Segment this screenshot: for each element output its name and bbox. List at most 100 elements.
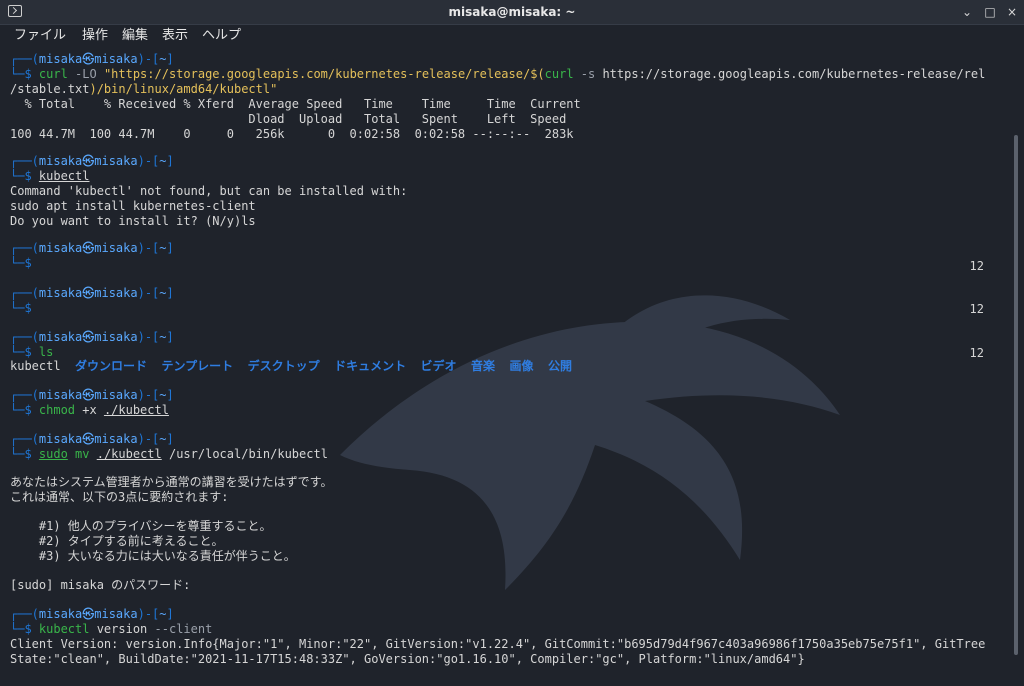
prompt-separator: )-[ <box>137 388 160 402</box>
prompt-user: misaka㉿misaka <box>38 52 138 66</box>
file-kubectl: kubectl <box>10 359 61 373</box>
prompt-separator: )-[ <box>137 607 160 621</box>
prompt-arrow: └─$ <box>10 67 39 81</box>
menu-edit[interactable]: 編集 <box>122 28 148 44</box>
prompt-dir: ~ <box>159 241 167 255</box>
prompt-user: misaka㉿misaka <box>38 286 138 300</box>
ls-output: kubectl ダウンロード テンプレート デスクトップ ドキュメント ビデオ … <box>10 359 572 374</box>
version-arg: version <box>89 622 155 636</box>
prompt-prefix: ┌──( <box>10 607 39 621</box>
kubectl-not-found: Command 'kubectl' not found, but can be … <box>10 184 408 198</box>
prompt-separator: )-[ <box>137 241 160 255</box>
curl-header-2: Dload Upload Total Spent Left Speed <box>10 112 567 126</box>
client-flag: --client <box>154 622 213 636</box>
prompt-line-7: ┌──(misaka㉿misaka)-[~] <box>10 432 174 447</box>
right-number-2: 12 <box>969 302 984 316</box>
curl-url-part: "https://storage.googleapis.com/kubernet… <box>103 67 545 81</box>
command-sudo-mv: └─$ sudo mv ./kubectl /usr/local/bin/kub… <box>10 447 328 462</box>
prompt-user: misaka㉿misaka <box>38 241 138 255</box>
prompt-prefix: ┌──( <box>10 52 39 66</box>
prompt-end: ] <box>166 607 174 621</box>
menu-help[interactable]: ヘルプ <box>202 28 241 44</box>
dir-pictures: 画像 <box>509 359 534 373</box>
mv-source-path: ./kubectl <box>96 447 162 461</box>
prompt-prefix: ┌──( <box>10 154 39 168</box>
prompt-user: misaka㉿misaka <box>38 607 138 621</box>
prompt-arrow: └─$ <box>10 447 39 461</box>
prompt-dir: ~ <box>159 388 167 402</box>
chmod-args: +x <box>75 403 104 417</box>
empty-command-1: └─$ <box>10 256 39 271</box>
prompt-end: ] <box>166 286 174 300</box>
command-ls: └─$ ls <box>10 345 53 360</box>
prompt-arrow: └─$ <box>10 403 39 417</box>
kubectl-version-command: kubectl <box>38 622 90 636</box>
prompt-line-8: ┌──(misaka㉿misaka)-[~] <box>10 607 174 622</box>
chmod-command: chmod <box>38 403 76 417</box>
prompt-end: ] <box>166 388 174 402</box>
curl-url-tail: )/bin/linux/amd64/kubectl" <box>89 82 278 96</box>
menu-file[interactable]: ファイル <box>14 28 66 44</box>
prompt-separator: )-[ <box>137 432 160 446</box>
scrollbar-thumb[interactable] <box>1014 135 1018 655</box>
restore-icon[interactable]: □ <box>982 4 998 20</box>
prompt-line-5: ┌──(misaka㉿misaka)-[~] <box>10 330 174 345</box>
mv-target-path: /usr/local/bin/kubectl <box>161 447 328 461</box>
mv-command: mv <box>67 447 97 461</box>
prompt-separator: )-[ <box>137 154 160 168</box>
prompt-dir: ~ <box>159 52 167 66</box>
sudo-command: sudo <box>38 447 68 461</box>
menu-actions[interactable]: 操作 <box>82 28 108 44</box>
minimize-icon[interactable]: ⌄ <box>959 4 975 20</box>
right-number-1: 12 <box>969 259 984 273</box>
prompt-separator: )-[ <box>137 330 160 344</box>
curl-stats: 100 44.7M 100 44.7M 0 0 256k 0 0:02:58 0… <box>10 127 574 141</box>
client-version-output-1: Client Version: version.Info{Major:"1", … <box>10 637 986 651</box>
prompt-dir: ~ <box>159 154 167 168</box>
terminal-window[interactable]: misaka@misaka: ~ ⌄ □ × ファイル 操作 編集 表示 ヘルプ… <box>0 0 1024 686</box>
dir-downloads: ダウンロード <box>75 359 148 373</box>
prompt-dir: ~ <box>159 330 167 344</box>
dir-desktop: デスクトップ <box>247 359 320 373</box>
prompt-user: misaka㉿misaka <box>38 330 138 344</box>
prompt-prefix: ┌──( <box>10 432 39 446</box>
curl-url-continued: /stable.txt <box>10 82 90 96</box>
prompt-line-4: ┌──(misaka㉿misaka)-[~] <box>10 286 174 301</box>
prompt-prefix: ┌──( <box>10 286 39 300</box>
sudo-password-prompt: [sudo] misaka のパスワード: <box>10 578 191 592</box>
command-curl-continued: /stable.txt)/bin/linux/amd64/kubectl" <box>10 82 277 97</box>
nested-curl: curl <box>544 67 574 81</box>
prompt-end: ] <box>166 52 174 66</box>
dir-public: 公開 <box>547 359 572 373</box>
prompt-arrow: └─$ <box>10 169 39 183</box>
prompt-end: ] <box>166 154 174 168</box>
dir-music: 音楽 <box>471 359 496 373</box>
prompt-user: misaka㉿misaka <box>38 154 138 168</box>
prompt-user: misaka㉿misaka <box>38 388 138 402</box>
title-bar[interactable]: misaka@misaka: ~ ⌄ □ × <box>0 0 1024 25</box>
prompt-prefix: ┌──( <box>10 241 39 255</box>
close-icon[interactable]: × <box>1004 4 1020 20</box>
kubectl-path: ./kubectl <box>103 403 169 417</box>
empty-command-2: └─$ <box>10 301 39 316</box>
menu-view[interactable]: 表示 <box>162 28 188 44</box>
prompt-end: ] <box>166 330 174 344</box>
dir-templates: テンプレート <box>161 359 234 373</box>
prompt-line-1: ┌──(misaka㉿misaka)-[~] <box>10 52 174 67</box>
command-kubectl: └─$ kubectl <box>10 169 89 184</box>
ls-command: ls <box>38 345 54 359</box>
prompt-end: ] <box>166 432 174 446</box>
sudo-rule-1: #1) 他人のプライバシーを尊重すること。 <box>10 519 272 533</box>
prompt-arrow: └─$ <box>10 345 39 359</box>
prompt-separator: )-[ <box>137 286 160 300</box>
sudo-lecture-1: あなたはシステム管理者から通常の講習を受けたはずです。 <box>10 475 333 489</box>
command-curl: └─$ curl -LO "https://storage.googleapis… <box>10 67 985 82</box>
prompt-prefix: ┌──( <box>10 388 39 402</box>
prompt-dir: ~ <box>159 607 167 621</box>
client-version-output-2: State:"clean", BuildDate:"2021-11-17T15:… <box>10 652 805 666</box>
prompt-separator: )-[ <box>137 52 160 66</box>
kubectl-command: kubectl <box>38 169 90 183</box>
prompt-user: misaka㉿misaka <box>38 432 138 446</box>
prompt-dir: ~ <box>159 432 167 446</box>
terminal-buffer[interactable]: ┌──(misaka㉿misaka)-[~] └─$ curl -LO "htt… <box>10 50 1010 680</box>
